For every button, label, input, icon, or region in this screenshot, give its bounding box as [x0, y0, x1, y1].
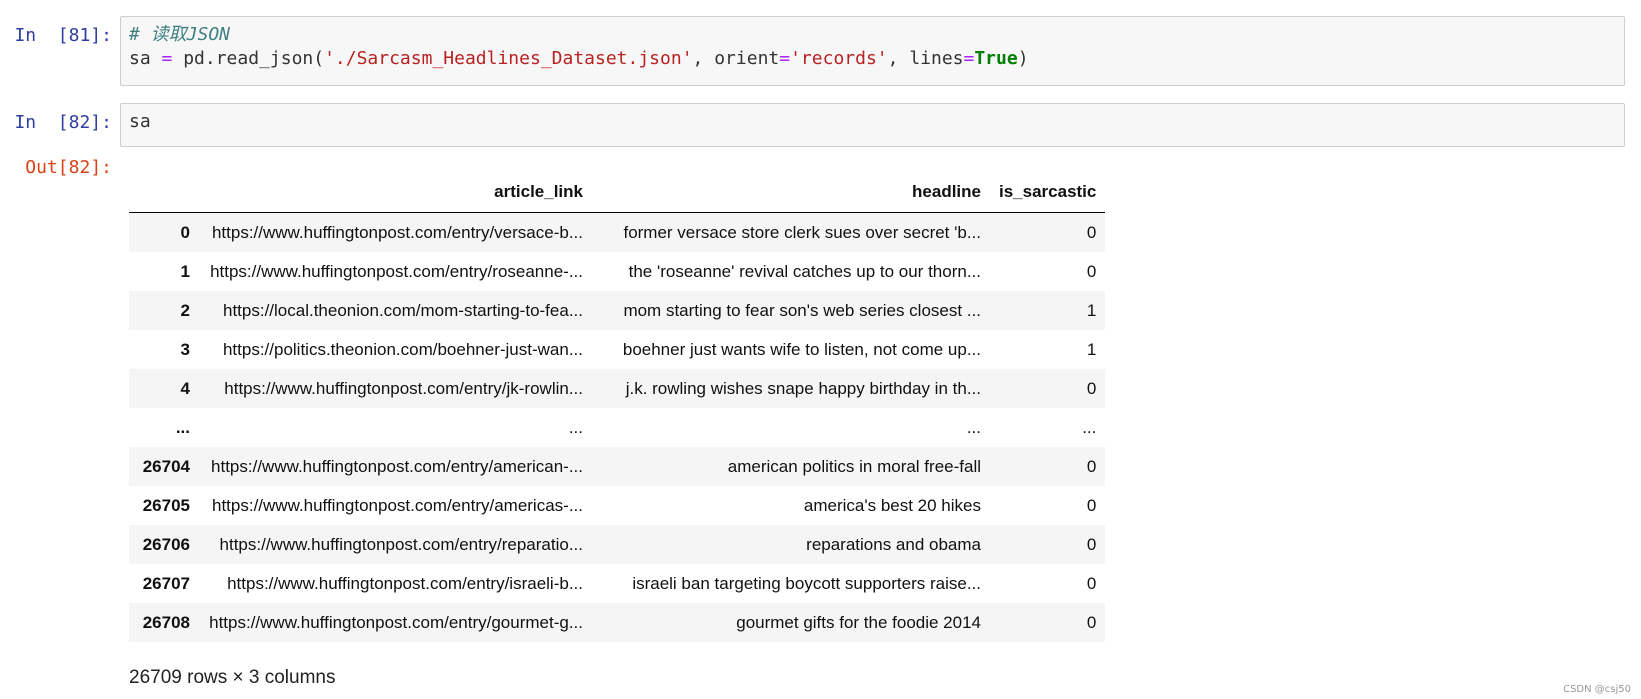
code-comment: # 读取JSON [129, 24, 231, 45]
row-index: 2 [180, 300, 190, 320]
table-row: ............ [129, 408, 1105, 447]
dataframe-table: article_link headline is_sarcastic 0 http… [129, 172, 1106, 642]
column-header-headline: headline [592, 172, 990, 213]
cell-headline: reparations and obama [806, 534, 981, 554]
cell-article-link: https://www.huffingtonpost.com/entry/ame… [211, 456, 583, 476]
cell-headline: boehner just wants wife to listen, not c… [622, 339, 981, 359]
cell-article-link: ... [568, 417, 583, 437]
code-keyword: True [974, 48, 1018, 69]
cell-is-sarcastic: 0 [1086, 495, 1097, 515]
code-token: ) [1017, 48, 1029, 69]
cell-article-link: https://politics.theonion.com/boehner-ju… [222, 339, 583, 359]
table-row: 26705 https://www.huffingtonpost.com/entr… [129, 486, 1105, 525]
cell-is-sarcastic: 1 [1086, 339, 1097, 359]
cell-headline: former versace store clerk sues over sec… [623, 222, 981, 242]
cell-article-link: https://www.huffingtonpost.com/entry/ame… [211, 495, 583, 515]
row-index: 4 [180, 378, 190, 398]
row-index: 3 [180, 339, 190, 359]
cell-is-sarcastic: 0 [1086, 534, 1097, 554]
table-row: 4 https://www.huffingtonpost.com/entry/jk… [129, 369, 1106, 408]
cell-headline: israeli ban targeting boycott supporters… [632, 573, 981, 593]
code-operator: = [963, 48, 975, 69]
cell-prompt-out-82: Out[82]: [25, 157, 112, 178]
cell-headline: american politics in moral free-fall [727, 456, 981, 476]
cell-article-link: https://www.huffingtonpost.com/entry/rep… [219, 534, 583, 554]
table-row: 26704 https://www.huffingtonpost.com/entr… [129, 447, 1106, 486]
row-index: 26704 [142, 456, 190, 476]
row-index: 26708 [142, 612, 190, 632]
code-operator: = [161, 48, 173, 69]
cell-article-link: https://www.huffingtonpost.com/entry/ver… [211, 222, 583, 242]
code-string: 'records' [790, 48, 888, 69]
cell-article-link: https://www.huffingtonpost.com/entry/gou… [209, 612, 583, 632]
code-statement-line: sa [129, 111, 151, 132]
table-row: 2 https://local.theonion.com/mom-starting… [129, 291, 1106, 330]
code-token: , lines [887, 48, 964, 69]
column-header-is-sarcastic: is_sarcastic [990, 172, 1106, 213]
cell-is-sarcastic: 0 [1086, 456, 1097, 476]
table-body: 0 https://www.huffingtonpost.com/entry/ve… [129, 212, 1106, 642]
cell-article-link: https://www.huffingtonpost.com/entry/isr… [227, 573, 583, 593]
code-cell-81[interactable]: # 读取JSON sa = pd.read_json('./Sarcasm_He… [120, 16, 1625, 86]
cell-headline: gourmet gifts for the foodie 2014 [736, 612, 981, 632]
cell-headline: ... [966, 417, 981, 437]
cell-headline: j.k. rowling wishes snape happy birthday… [625, 378, 981, 398]
row-index: 0 [180, 222, 190, 242]
cell-article-link: https://www.huffingtonpost.com/entry/ros… [210, 261, 583, 281]
code-comment-line: # 读取JSON [129, 23, 1616, 47]
cell-headline: america's best 20 hikes [803, 495, 981, 515]
index-header [129, 172, 199, 213]
table-row: 3 https://politics.theonion.com/boehner-j… [129, 330, 1105, 369]
table-header-row: article_link headline is_sarcastic [129, 172, 1106, 213]
table-row: 26708 https://www.huffingtonpost.com/entr… [129, 603, 1106, 642]
code-token: pd.read_json( [172, 48, 325, 69]
table-row: 1 https://www.huffingtonpost.com/entry/ro… [129, 252, 1105, 291]
cell-is-sarcastic: 0 [1086, 378, 1097, 398]
cell-prompt-in-81: In [81]: [14, 25, 112, 46]
cell-is-sarcastic: 0 [1086, 612, 1097, 632]
code-token: , orient [692, 48, 780, 69]
cell-prompt-in-82: In [82]: [14, 112, 112, 133]
row-index: 26706 [142, 534, 190, 554]
table-row: 0 https://www.huffingtonpost.com/entry/ve… [129, 212, 1106, 252]
cell-headline: the 'roseanne' revival catches up to our… [628, 261, 981, 281]
row-index: ... [175, 417, 190, 437]
row-index: 1 [180, 261, 190, 281]
cell-headline: mom starting to fear son's web series cl… [623, 300, 981, 320]
cell-is-sarcastic: ... [1082, 417, 1097, 437]
cell-article-link: https://www.huffingtonpost.com/entry/jk-… [224, 378, 583, 398]
code-operator: = [779, 48, 791, 69]
table-row: 26706 https://www.huffingtonpost.com/entr… [129, 525, 1106, 564]
cell-is-sarcastic: 0 [1086, 573, 1097, 593]
watermark: CSDN @csj50 [1563, 684, 1631, 695]
column-header-article-link: article_link [199, 172, 592, 213]
cell-is-sarcastic: 1 [1086, 300, 1097, 320]
row-index: 26705 [142, 495, 190, 515]
code-string: './Sarcasm_Headlines_Dataset.json' [324, 48, 693, 69]
row-index: 26707 [142, 573, 190, 593]
code-cell-82[interactable]: sa [120, 103, 1625, 147]
cell-is-sarcastic: 0 [1086, 222, 1097, 242]
cell-article-link: https://local.theonion.com/mom-starting-… [223, 300, 583, 320]
cell-is-sarcastic: 0 [1086, 261, 1097, 281]
table-row: 26707 https://www.huffingtonpost.com/entr… [129, 564, 1105, 603]
code-statement-line: sa = pd.read_json('./Sarcasm_Headlines_D… [129, 47, 1616, 71]
code-token: sa [129, 48, 162, 69]
dataframe-shape: 26709 rows × 3 columns [129, 667, 336, 688]
